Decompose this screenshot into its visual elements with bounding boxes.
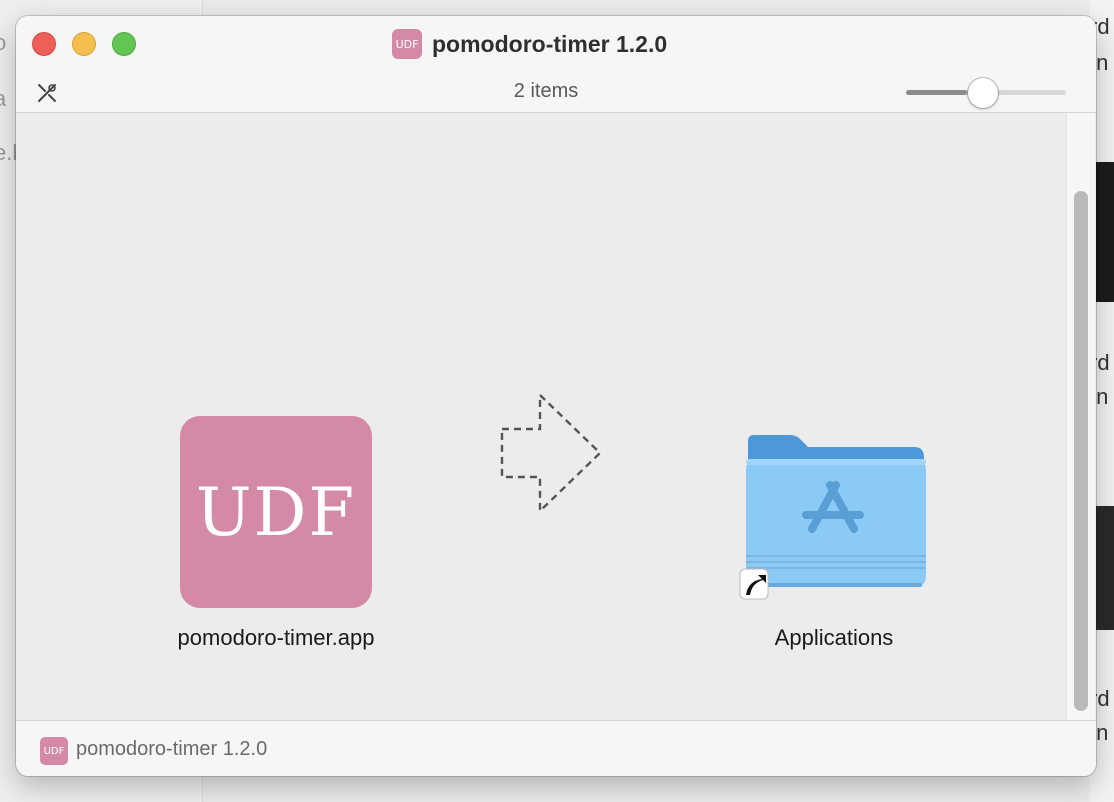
title-bar[interactable]: UDF pomodoro-timer 1.2.0 2 items — [16, 16, 1096, 113]
background-thumbnail — [1094, 162, 1114, 302]
applications-label[interactable]: Applications — [676, 625, 992, 651]
alias-arrow-icon — [739, 568, 769, 600]
disk-image-icon: UDF — [40, 737, 68, 765]
background-thumbnail — [1094, 506, 1114, 630]
slider-fill — [906, 90, 967, 95]
window-content: UDF pomodoro-timer.app Applications — [16, 113, 1096, 720]
app-icon[interactable]: UDF — [180, 416, 372, 608]
zoom-button[interactable] — [112, 32, 136, 56]
icon-size-slider[interactable] — [906, 78, 1066, 108]
minimize-button[interactable] — [72, 32, 96, 56]
applications-folder-icon[interactable] — [738, 433, 928, 609]
background-text-fragment: a — [0, 86, 7, 111]
dashed-arrow-right-icon — [500, 393, 602, 514]
dmg-window: UDF pomodoro-timer 1.2.0 2 items UDF pom… — [16, 16, 1096, 776]
vertical-scrollbar[interactable] — [1066, 113, 1095, 720]
close-button[interactable] — [32, 32, 56, 56]
slider-thumb[interactable] — [968, 78, 998, 108]
app-label[interactable]: pomodoro-timer.app — [116, 625, 436, 651]
disk-image-icon: UDF — [392, 29, 422, 59]
path-bar: UDF pomodoro-timer 1.2.0 — [16, 720, 1096, 776]
background-text-fragment: o — [0, 30, 7, 55]
window-title-text: pomodoro-timer 1.2.0 — [432, 30, 668, 57]
scrollbar-thumb[interactable] — [1074, 191, 1088, 711]
window-title: UDF pomodoro-timer 1.2.0 — [392, 28, 667, 60]
path-bar-text[interactable]: pomodoro-timer 1.2.0 — [76, 738, 267, 761]
